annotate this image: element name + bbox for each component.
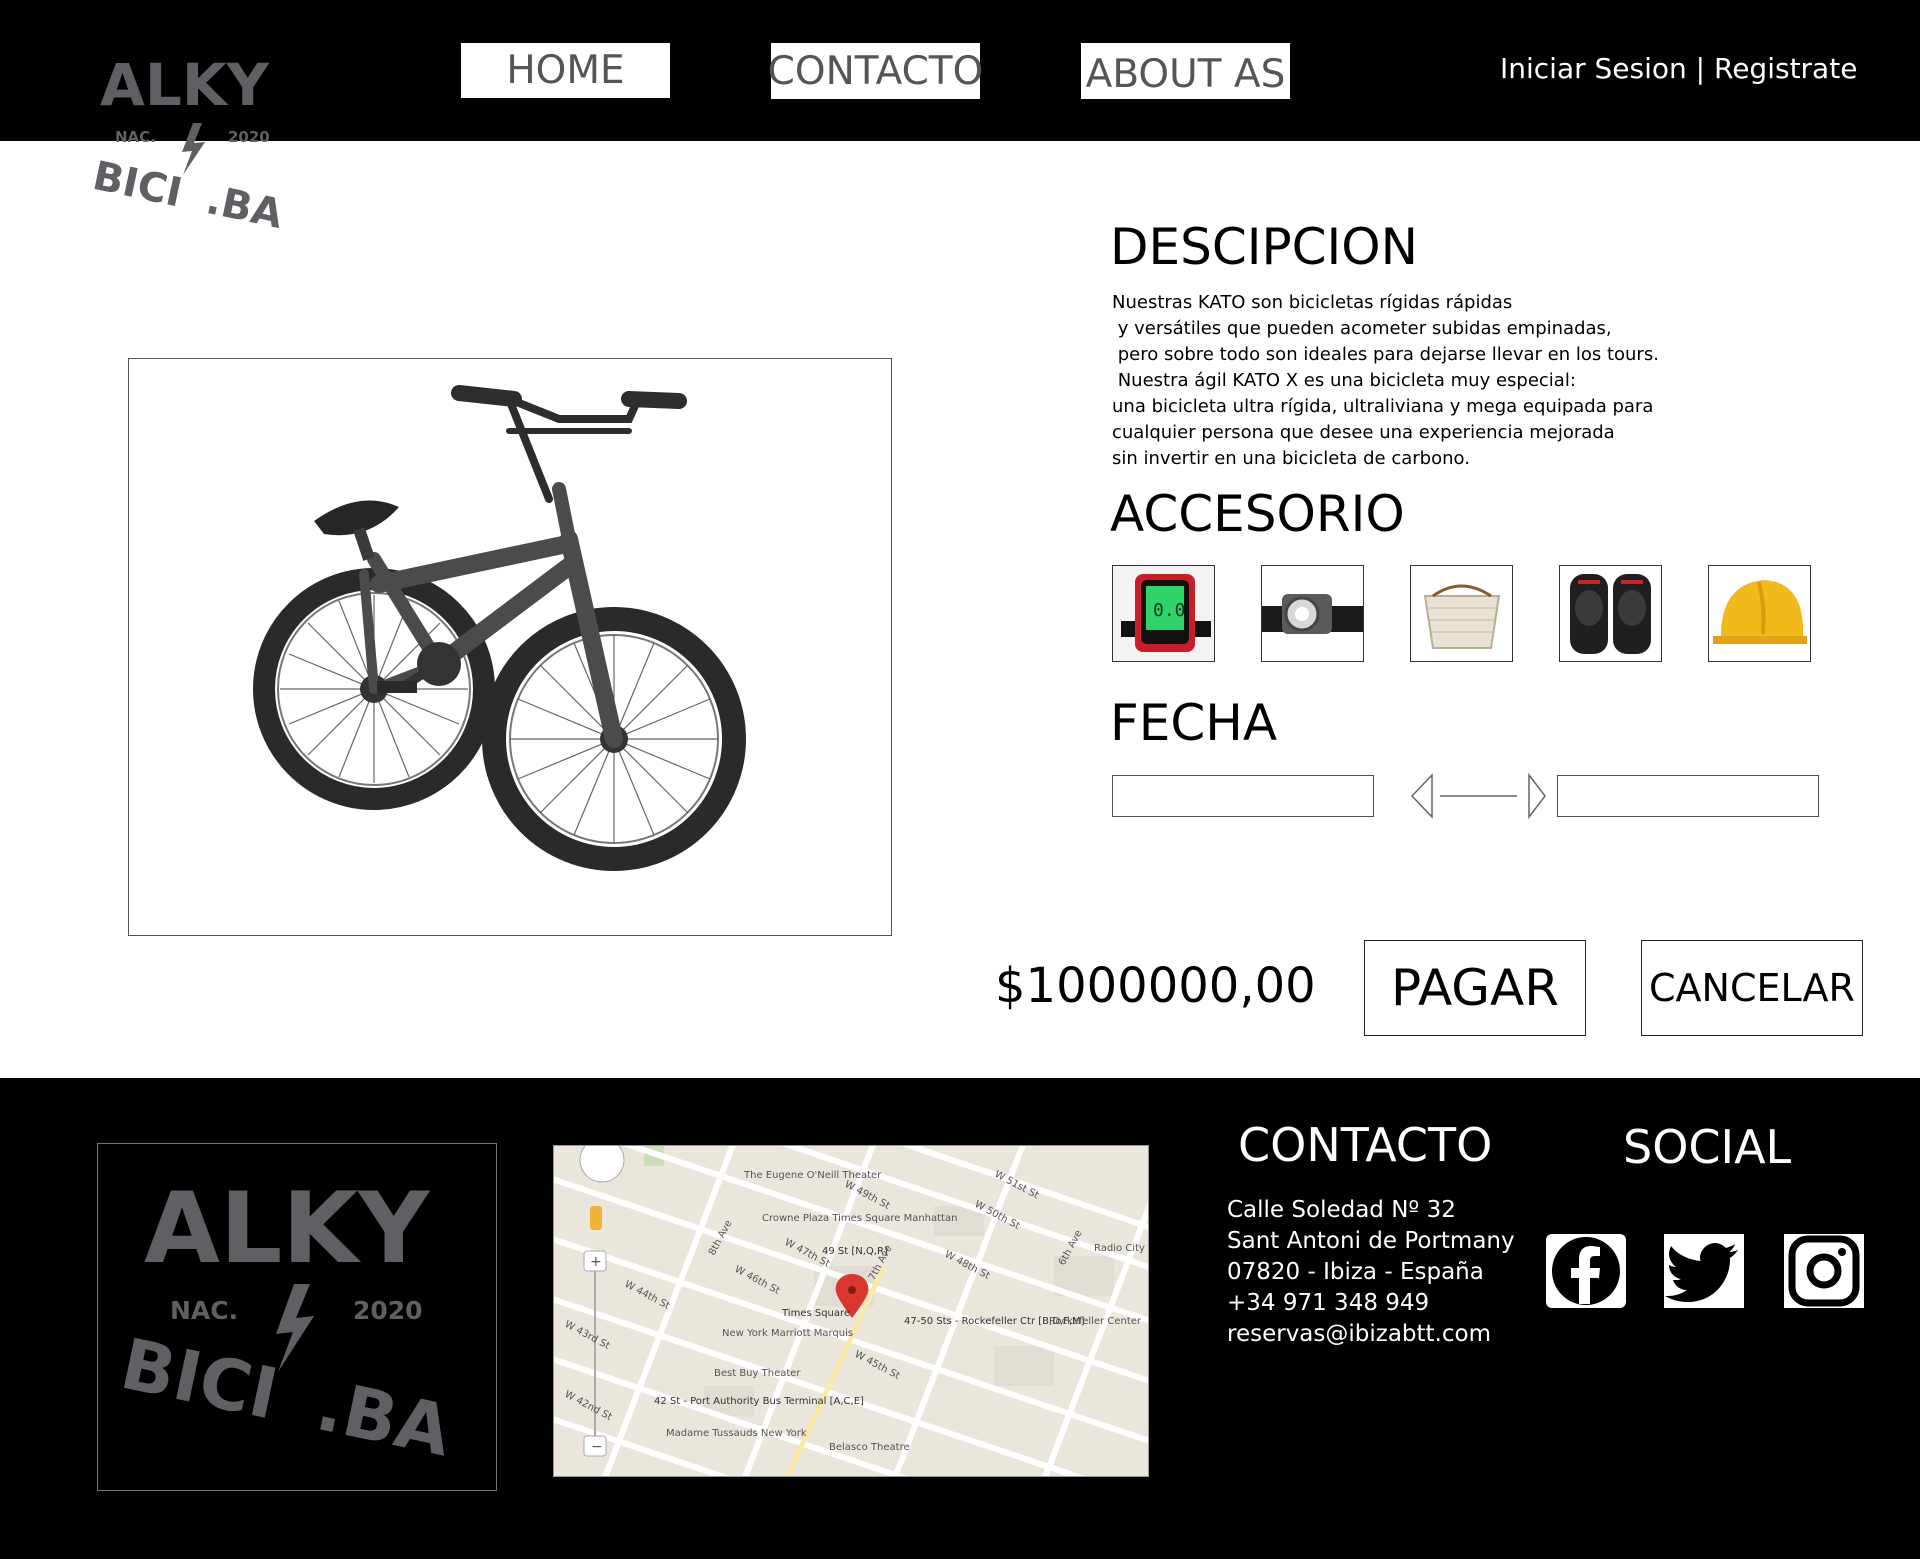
contact-address-line: Calle Soledad Nº 32 bbox=[1227, 1197, 1456, 1223]
map-label: 42 St - Port Authority Bus Terminal [A,C… bbox=[654, 1396, 864, 1407]
instagram-icon[interactable] bbox=[1784, 1234, 1864, 1308]
location-map[interactable]: + − The Eugene O'Neill Theater Crowne Pl… bbox=[553, 1145, 1149, 1477]
footer-contact-title: CONTACTO bbox=[1238, 1118, 1493, 1172]
helmet-icon bbox=[1709, 566, 1810, 661]
prev-arrow-icon[interactable] bbox=[1410, 773, 1433, 819]
product-image bbox=[128, 358, 892, 936]
contact-postal-line: 07820 - Ibiza - España bbox=[1227, 1259, 1484, 1285]
logo-tag-left: NAC. bbox=[115, 128, 156, 146]
start-date-input[interactable] bbox=[1112, 775, 1374, 817]
svg-text:+: + bbox=[590, 1254, 602, 1270]
date-range-arrows bbox=[1410, 772, 1546, 820]
contact-email[interactable]: reservas@ibizabtt.com bbox=[1227, 1319, 1515, 1350]
footer-logo-tag-right: 2020 bbox=[353, 1296, 423, 1325]
nav-contacto-button[interactable]: CONTACTO bbox=[768, 43, 983, 99]
map-label: Madame Tussauds New York bbox=[666, 1428, 807, 1439]
price-label: $1000000,00 bbox=[995, 958, 1316, 1014]
date-title: FECHA bbox=[1110, 694, 1278, 752]
basket-icon bbox=[1411, 566, 1512, 661]
accessories-title: ACCESORIO bbox=[1110, 485, 1405, 543]
map-label: Radio City bbox=[1094, 1243, 1145, 1254]
map-label: Best Buy Theater bbox=[714, 1368, 801, 1379]
logo-word-bici: BICI bbox=[89, 153, 186, 217]
bike-light-icon bbox=[1262, 566, 1363, 661]
facebook-icon[interactable] bbox=[1546, 1234, 1626, 1308]
logo-word-ba: .BA bbox=[202, 177, 287, 238]
accessory-bike-light[interactable] bbox=[1261, 565, 1364, 662]
nav-home-button[interactable]: HOME bbox=[461, 43, 670, 98]
accessory-helmet[interactable] bbox=[1708, 565, 1811, 662]
map-label: Crowne Plaza Times Square Manhattan bbox=[762, 1213, 957, 1224]
map-label: Times Square bbox=[781, 1308, 850, 1319]
accessory-basket[interactable] bbox=[1410, 565, 1513, 662]
accessory-bike-computer[interactable]: 0.0 bbox=[1112, 565, 1215, 662]
end-date-input[interactable] bbox=[1557, 775, 1819, 817]
contact-info: Calle Soledad Nº 32 Sant Antoni de Portm… bbox=[1227, 1195, 1515, 1350]
next-arrow-icon[interactable] bbox=[1528, 772, 1546, 820]
logo-word-alky: ALKY bbox=[100, 51, 270, 119]
footer-logo-word-alky: ALKY bbox=[144, 1172, 430, 1286]
contact-city-line: Sant Antoni de Portmany bbox=[1227, 1228, 1515, 1254]
footer-social-title: SOCIAL bbox=[1623, 1120, 1792, 1174]
description-title: DESCIPCION bbox=[1110, 218, 1419, 276]
footer-logo-word-ba: .BA bbox=[310, 1364, 458, 1472]
footer-logo-tag-left: NAC. bbox=[170, 1296, 238, 1325]
nav-about-button[interactable]: ABOUT AS bbox=[1081, 43, 1290, 99]
map-graphic: + − The Eugene O'Neill Theater Crowne Pl… bbox=[554, 1146, 1148, 1476]
svg-text:−: − bbox=[591, 1439, 603, 1455]
svg-text:0.0: 0.0 bbox=[1153, 600, 1186, 621]
pay-button[interactable]: PAGAR bbox=[1364, 940, 1586, 1036]
login-register-link[interactable]: Iniciar Sesion | Registrate bbox=[1500, 52, 1857, 85]
footer-logo[interactable]: ALKY NAC. 2020 BICI .BA bbox=[97, 1143, 497, 1491]
description-text: Nuestras KATO son bicicletas rígidas ráp… bbox=[1112, 292, 1659, 469]
header-logo[interactable]: ALKY NAC. 2020 BICI .BA bbox=[70, 45, 320, 245]
lightning-icon bbox=[182, 123, 205, 175]
footer-logo-word-bici: BICI bbox=[114, 1323, 284, 1436]
twitter-icon[interactable] bbox=[1664, 1234, 1744, 1308]
map-label: Rockefeller Center bbox=[1049, 1316, 1142, 1327]
cancel-button[interactable]: CANCELAR bbox=[1641, 940, 1863, 1036]
footer-logo-graphic: ALKY NAC. 2020 BICI .BA bbox=[114, 1172, 458, 1472]
knee-pads-icon bbox=[1560, 566, 1661, 661]
map-label: New York Marriott Marquis bbox=[722, 1328, 853, 1339]
contact-phone[interactable]: +34 971 348 949 bbox=[1227, 1288, 1515, 1319]
accessory-knee-pads[interactable] bbox=[1559, 565, 1662, 662]
logo-tag-right: 2020 bbox=[228, 128, 270, 146]
bmx-bicycle-image bbox=[253, 385, 746, 871]
map-label: Belasco Theatre bbox=[829, 1442, 910, 1453]
map-label: The Eugene O'Neill Theater bbox=[743, 1170, 882, 1181]
bike-computer-icon: 0.0 bbox=[1113, 566, 1214, 661]
